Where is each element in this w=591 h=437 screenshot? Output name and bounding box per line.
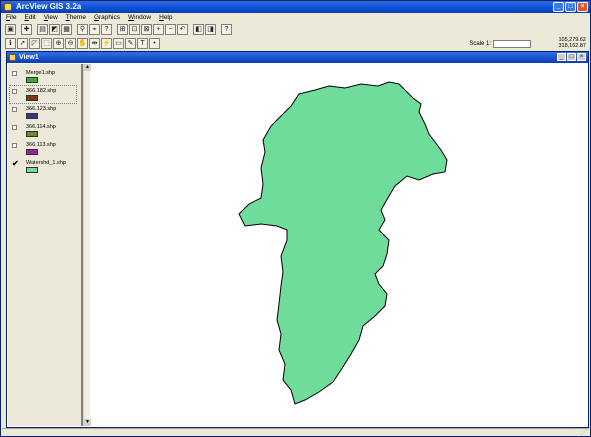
theme-visibility-checkbox[interactable] <box>12 71 17 76</box>
map-canvas <box>238 81 448 405</box>
view-window-controls: _ □ × <box>557 53 586 61</box>
app-window-controls: _ □ × <box>553 2 588 12</box>
identify-icon[interactable]: ℹ <box>5 38 16 49</box>
theme-visibility-checkbox[interactable] <box>12 107 17 112</box>
theme-name: Merge1.shp <box>26 70 56 76</box>
zoom-in-tool-icon[interactable]: ⊕ <box>53 38 64 49</box>
menu-window[interactable]: Window <box>124 13 155 23</box>
zoom-previous-icon[interactable]: ↶ <box>177 24 188 35</box>
select-by-theme-icon[interactable]: ◧ <box>193 24 204 35</box>
scroll-down-icon[interactable]: ▼ <box>84 419 91 426</box>
hot-link-icon[interactable]: ⚡ <box>101 38 112 49</box>
select-feature-icon[interactable]: ⬚ <box>41 38 52 49</box>
status-bar: ⋰ <box>2 428 589 436</box>
scale-label: Scale 1: <box>469 40 491 47</box>
close-button[interactable]: × <box>577 2 588 12</box>
open-table-icon[interactable]: ▦ <box>61 24 72 35</box>
toc-theme-item[interactable]: 366.182.shp <box>9 85 77 104</box>
theme-visibility-checkbox[interactable] <box>12 89 17 94</box>
map-display[interactable] <box>93 64 588 426</box>
menu-theme[interactable]: Theme <box>62 13 90 23</box>
theme-name: 366.114.shp <box>26 124 56 130</box>
watershed-polygon[interactable] <box>238 81 448 405</box>
locate-address-icon[interactable]: ⌖ <box>89 24 100 35</box>
button-bar: ▣ ✚ ▤ ◩ ▦ ⚲ ⌖ ? ⊞ ⊡ ⊠ + − ↶ ◧ ◨ ? <box>2 23 589 36</box>
toc-theme-item[interactable]: Merge1.shp <box>10 68 76 85</box>
zoom-full-extent-icon[interactable]: ⊞ <box>117 24 128 35</box>
text-tool-icon[interactable]: T <box>137 38 148 49</box>
query-builder-icon[interactable]: ? <box>101 24 112 35</box>
vertex-edit-icon[interactable]: ◸ <box>29 38 40 49</box>
zoom-out-tool-icon[interactable]: ⊖ <box>65 38 76 49</box>
pointer-icon[interactable]: ➚ <box>17 38 28 49</box>
menu-bar: File Edit View Theme Graphics Window Hel… <box>2 13 589 23</box>
save-project-icon[interactable]: ▣ <box>5 24 16 35</box>
app-titlebar[interactable]: ArcView GIS 3.2a _ □ × <box>1 1 590 13</box>
menu-view[interactable]: View <box>40 13 62 23</box>
help-icon[interactable]: ? <box>221 24 232 35</box>
theme-visibility-checkbox[interactable] <box>12 143 17 148</box>
scroll-up-icon[interactable]: ▲ <box>84 64 91 71</box>
theme-name: 366.113.shp <box>26 142 56 148</box>
theme-legend-swatch[interactable] <box>26 131 38 137</box>
theme-name: Watershd_1.shp <box>26 160 66 166</box>
toc-theme-item[interactable]: ✔ Watershd_1.shp <box>10 158 76 175</box>
view-close-button[interactable]: × <box>577 53 586 61</box>
maximize-button[interactable]: □ <box>565 2 576 12</box>
coordinate-readout: 105,279.62 318,162.87 <box>558 37 586 49</box>
theme-properties-icon[interactable]: ▤ <box>37 24 48 35</box>
tool-bar: ℹ ➚ ◸ ⬚ ⊕ ⊖ ✋ ⇹ ⚡ ▭ ✎ T • Scale 1: 105,2… <box>2 37 589 50</box>
toc-theme-item[interactable]: 366.123.shp <box>10 104 76 121</box>
zoom-selected-icon[interactable]: ⊠ <box>141 24 152 35</box>
arcview-logo-icon <box>4 3 12 11</box>
zoom-out-icon[interactable]: − <box>165 24 176 35</box>
arcview-app-window: ArcView GIS 3.2a _ □ × File Edit View Th… <box>0 0 591 437</box>
theme-visibility-checkbox[interactable]: ✔ <box>12 160 19 168</box>
toc-scrollbar[interactable]: ▲ ▼ <box>83 64 91 426</box>
app-title: ArcView GIS 3.2a <box>16 2 82 11</box>
view-minimize-button[interactable]: _ <box>557 53 566 61</box>
theme-name: 366.123.shp <box>26 106 57 112</box>
theme-legend-swatch[interactable] <box>26 167 38 173</box>
clear-selection-icon[interactable]: ◨ <box>205 24 216 35</box>
theme-legend-swatch[interactable] <box>26 77 38 83</box>
edit-legend-icon[interactable]: ◩ <box>49 24 60 35</box>
view-titlebar[interactable]: View1 _ □ × <box>7 52 588 63</box>
area-of-interest-icon[interactable]: ▭ <box>113 38 124 49</box>
add-theme-icon[interactable]: ✚ <box>21 24 32 35</box>
menu-file[interactable]: File <box>2 13 21 23</box>
zoom-active-themes-icon[interactable]: ⊡ <box>129 24 140 35</box>
coord-y: 318,162.87 <box>558 43 586 49</box>
pan-icon[interactable]: ✋ <box>77 38 88 49</box>
zoom-in-icon[interactable]: + <box>153 24 164 35</box>
theme-name: 366.182.shp <box>26 88 57 94</box>
theme-visibility-checkbox[interactable] <box>12 125 17 130</box>
menu-edit[interactable]: Edit <box>21 13 40 23</box>
label-icon[interactable]: ✎ <box>125 38 136 49</box>
toc-theme-item[interactable]: 366.113.shp <box>10 140 76 157</box>
theme-legend-swatch[interactable] <box>26 113 38 119</box>
scale-input[interactable] <box>493 39 531 48</box>
table-of-contents: Merge1.shp 366.182.shp 366.123.shp 366.114.… <box>8 64 91 426</box>
menu-graphics[interactable]: Graphics <box>90 13 124 23</box>
theme-legend-swatch[interactable] <box>26 149 38 155</box>
view-maximize-button[interactable]: □ <box>567 53 576 61</box>
draw-point-icon[interactable]: • <box>149 38 160 49</box>
toc-theme-item[interactable]: 366.114.shp <box>10 122 76 139</box>
view-window: View1 _ □ × Merge1.shp 366.182.shp 366.123… <box>6 51 589 428</box>
view-title: View1 <box>19 54 39 61</box>
resize-grip-icon[interactable]: ⋰ <box>581 430 587 436</box>
menu-help[interactable]: Help <box>155 13 176 23</box>
theme-legend-swatch[interactable] <box>26 95 38 101</box>
view-icon <box>9 54 16 61</box>
measure-icon[interactable]: ⇹ <box>89 38 100 49</box>
minimize-button[interactable]: _ <box>553 2 564 12</box>
find-icon[interactable]: ⚲ <box>77 24 88 35</box>
